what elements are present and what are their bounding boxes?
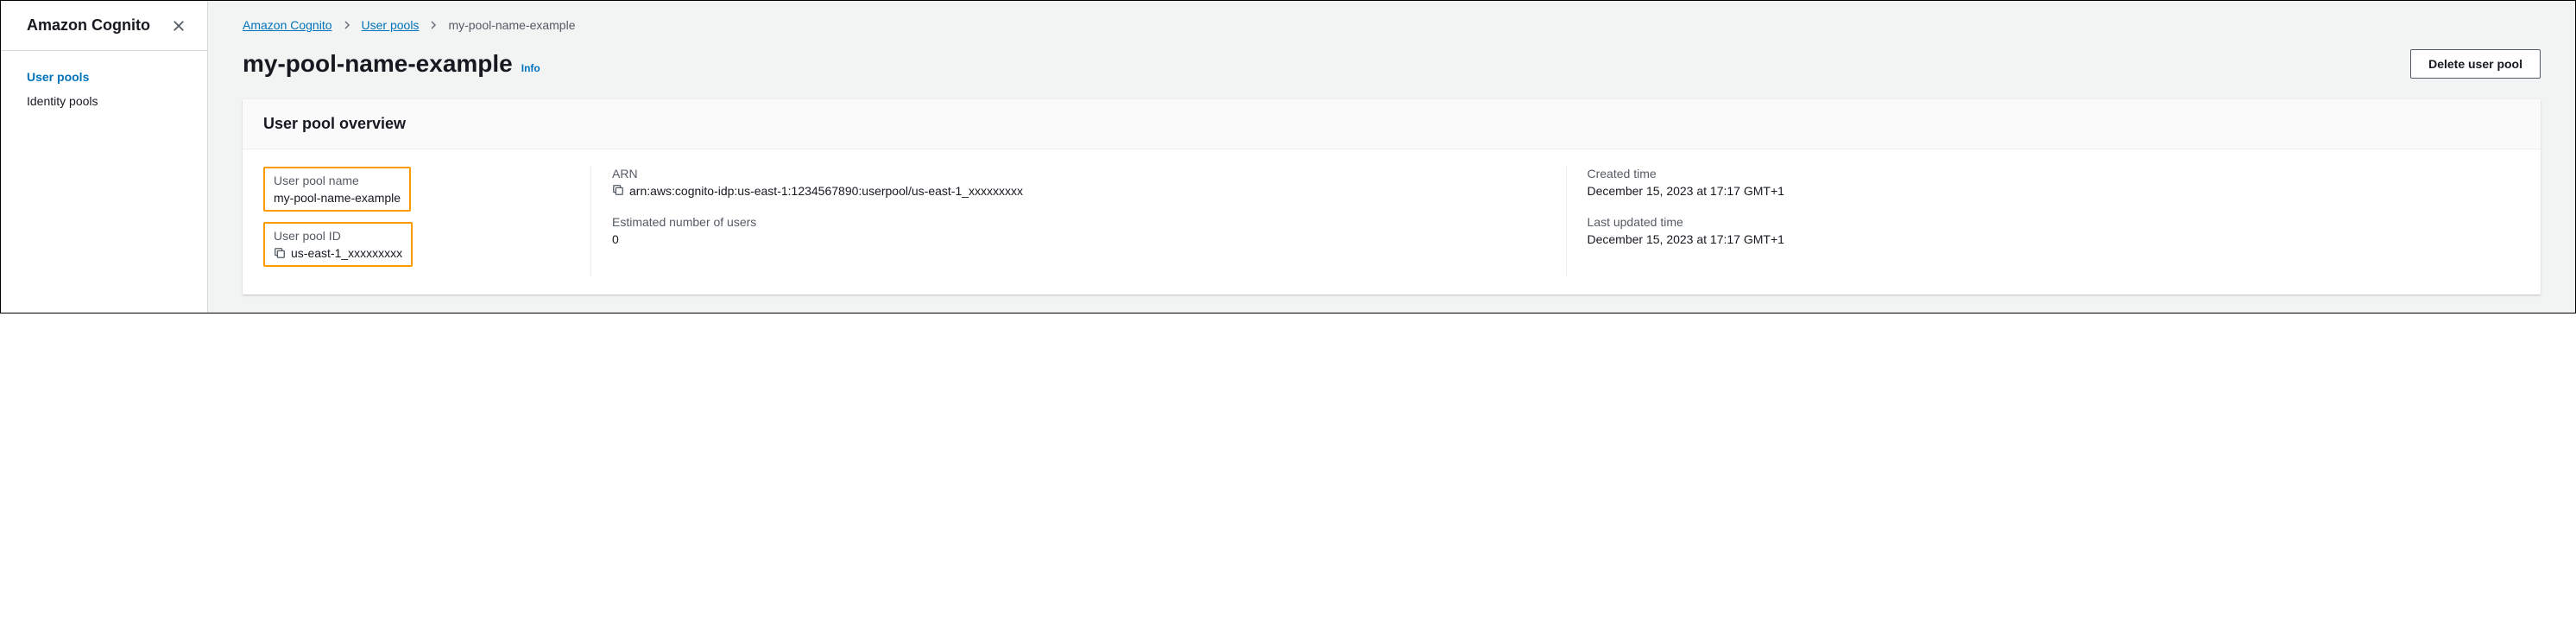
close-icon[interactable] [171,18,186,34]
delete-user-pool-button[interactable]: Delete user pool [2410,49,2541,79]
sidebar-nav: User pools Identity pools [1,51,207,127]
chevron-right-icon [429,21,438,29]
breadcrumb-user-pools[interactable]: User pools [362,18,420,32]
sidebar-item-identity-pools[interactable]: Identity pools [1,89,207,113]
user-pool-name-label: User pool name [274,174,401,187]
sidebar: Amazon Cognito User pools Identity pools [1,1,208,313]
arn-value-row: arn:aws:cognito-idp:us-east-1:1234567890… [612,184,1545,198]
user-pool-name-value: my-pool-name-example [274,191,401,205]
page-title-group: my-pool-name-example Info [243,50,540,78]
user-pool-id-block: User pool ID us-east-1_xxxxxxxxx [263,222,413,267]
created-value: December 15, 2023 at 17:17 GMT+1 [1588,184,2521,198]
users-label: Estimated number of users [612,215,1545,229]
overview-col-3: Created time December 15, 2023 at 17:17 … [1567,167,2521,277]
breadcrumb-current: my-pool-name-example [448,18,575,32]
panel-title: User pool overview [263,115,2520,133]
app-container: Amazon Cognito User pools Identity pools… [0,0,2576,314]
user-pool-id-value-row: us-east-1_xxxxxxxxx [274,246,402,260]
breadcrumb-cognito[interactable]: Amazon Cognito [243,18,332,32]
page-title: my-pool-name-example [243,50,513,78]
users-value: 0 [612,232,1545,246]
page-header: my-pool-name-example Info Delete user po… [243,49,2541,79]
overview-col-1: User pool name my-pool-name-example User… [263,167,591,277]
sidebar-header: Amazon Cognito [1,1,207,51]
user-pool-id-label: User pool ID [274,229,402,243]
created-label: Created time [1588,167,2521,180]
info-link[interactable]: Info [521,62,540,74]
chevron-right-icon [343,21,351,29]
overview-grid: User pool name my-pool-name-example User… [263,167,2520,277]
main-content: Amazon Cognito User pools my-pool-name-e… [208,1,2575,313]
copy-icon[interactable] [274,247,286,259]
arn-label: ARN [612,167,1545,180]
breadcrumb: Amazon Cognito User pools my-pool-name-e… [243,18,2541,32]
updated-label: Last updated time [1588,215,2521,229]
sidebar-title: Amazon Cognito [27,16,150,35]
users-field: Estimated number of users 0 [612,215,1545,246]
user-pool-name-block: User pool name my-pool-name-example [263,167,411,212]
overview-panel: User pool overview User pool name my-poo… [243,99,2541,294]
updated-field: Last updated time December 15, 2023 at 1… [1588,215,2521,246]
updated-value: December 15, 2023 at 17:17 GMT+1 [1588,232,2521,246]
created-field: Created time December 15, 2023 at 17:17 … [1588,167,2521,198]
user-pool-id-value: us-east-1_xxxxxxxxx [291,246,402,260]
overview-col-2: ARN arn:aws:cognito-idp:us-east-1:123456… [591,167,1567,277]
sidebar-item-user-pools[interactable]: User pools [1,65,207,89]
panel-header: User pool overview [243,99,2541,149]
copy-icon[interactable] [612,184,624,196]
panel-body: User pool name my-pool-name-example User… [243,149,2541,294]
arn-field: ARN arn:aws:cognito-idp:us-east-1:123456… [612,167,1545,198]
arn-value: arn:aws:cognito-idp:us-east-1:1234567890… [629,184,1023,198]
